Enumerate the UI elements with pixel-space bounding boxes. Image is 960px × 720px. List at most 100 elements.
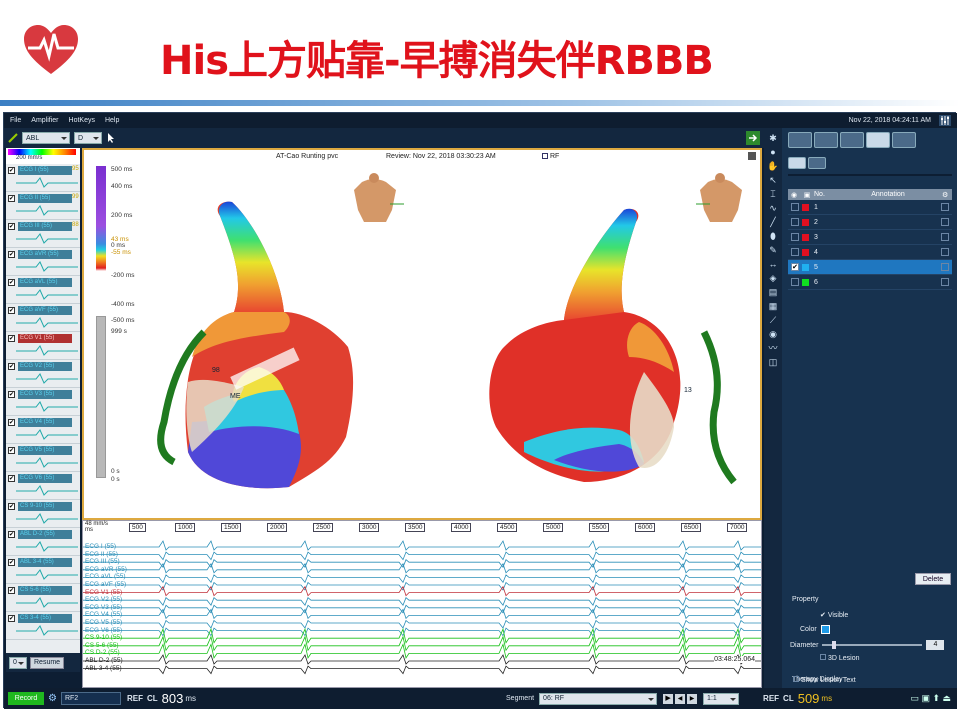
zoom-select[interactable]: 1:1 <box>703 692 740 705</box>
tab-shell[interactable] <box>814 132 838 148</box>
settings-gear-icon[interactable]: ⚙ <box>48 693 57 704</box>
heart-maps-svg[interactable]: 98 ME 13 <box>84 162 760 518</box>
channel-checkbox[interactable]: ✔ <box>8 447 15 454</box>
annotation-row[interactable]: 3 <box>788 230 952 245</box>
torso-orientation-left-icon[interactable] <box>354 173 404 222</box>
tab-lesions[interactable] <box>866 132 890 148</box>
annotation-row[interactable]: 2 <box>788 215 952 230</box>
channel-checkbox[interactable]: ✔ <box>8 167 15 174</box>
visible-checkbox[interactable]: ✔ <box>820 612 826 619</box>
wave-tool-icon[interactable]: 〰 <box>767 342 779 354</box>
channel-row[interactable]: ✔ ECG aVL (55) <box>6 276 80 304</box>
delete-button[interactable]: Delete <box>915 573 951 585</box>
annotation-row[interactable]: 6 <box>788 275 952 290</box>
annotation-select-checkbox[interactable] <box>941 278 949 286</box>
pointer-icon[interactable] <box>106 132 116 144</box>
channel-row[interactable]: ✔ ABL 3-4 (55) <box>6 556 80 584</box>
annotation-select-checkbox[interactable] <box>941 233 949 241</box>
channel-checkbox[interactable]: ✔ <box>8 307 15 314</box>
select-arrow-icon[interactable]: ↖ <box>767 174 779 186</box>
eye-col-icon[interactable]: ◉ <box>788 191 800 199</box>
line-tool-icon[interactable]: ∿ <box>767 202 779 214</box>
diameter-value[interactable]: 4 <box>926 640 945 650</box>
play-icon[interactable]: ▶ <box>663 693 674 704</box>
channel-row[interactable]: ✔ CS 3-4 (55) <box>6 612 80 640</box>
channel-checkbox[interactable]: ✔ <box>8 475 15 482</box>
menu-file[interactable]: File <box>10 117 21 124</box>
diameter-slider-thumb[interactable] <box>832 641 837 649</box>
channel-row[interactable]: ✔ CS 5-6 (55) <box>6 584 80 612</box>
step-forward-icon[interactable]: ▶ <box>687 693 698 704</box>
annotation-visible-checkbox[interactable] <box>791 278 799 286</box>
col-settings-icon[interactable]: ⚙ <box>942 191 952 199</box>
annotation-visible-checkbox[interactable] <box>791 248 799 256</box>
channel-row[interactable]: ✔ ECG V5 (55) <box>6 444 80 472</box>
pan-hand-icon[interactable]: ✋ <box>767 160 779 172</box>
electrode-select[interactable]: D <box>74 132 102 144</box>
3d-map-view[interactable]: AT-Cao Runting pvc Review: Nov 22, 2018 … <box>82 148 762 520</box>
annotation-color-swatch[interactable] <box>802 278 809 286</box>
camera-tool-icon[interactable]: ◫ <box>767 356 779 368</box>
menu-hotkeys[interactable]: HotKeys <box>69 117 95 124</box>
channel-row[interactable]: ✔ ECG V6 (55) <box>6 472 80 500</box>
light-tool-icon[interactable]: ● <box>767 146 779 158</box>
channel-row[interactable]: ✔ ECG I (55) 95 <box>6 164 80 192</box>
rotate-tool-icon[interactable]: ✱ <box>767 132 779 144</box>
step-back-icon[interactable]: ◀ <box>675 693 686 704</box>
channel-row[interactable]: ✔ ECG III (55) 88 <box>6 220 80 248</box>
channel-row[interactable]: ✔ ABL D-2 (55) <box>6 528 80 556</box>
channel-checkbox[interactable]: ✔ <box>8 279 15 286</box>
export-green-icon[interactable] <box>746 131 760 145</box>
annotation-select-checkbox[interactable] <box>941 218 949 226</box>
record-button[interactable]: Record <box>8 692 44 705</box>
annotation-select-checkbox[interactable] <box>941 263 949 271</box>
diameter-slider[interactable] <box>822 641 923 649</box>
channel-row[interactable]: ✔ ECG V4 (55) <box>6 416 80 444</box>
annotation-visible-checkbox[interactable] <box>791 218 799 226</box>
channel-checkbox[interactable]: ✔ <box>8 615 15 622</box>
heart-map-right[interactable] <box>489 208 737 485</box>
catheter-tool-icon[interactable]: ⟋ <box>767 314 779 326</box>
annotation-select-checkbox[interactable] <box>941 203 949 211</box>
color-swatch[interactable] <box>820 625 830 634</box>
annotation-row[interactable]: 1 <box>788 200 952 215</box>
menu-help[interactable]: Help <box>105 117 119 124</box>
channel-checkbox[interactable]: ✔ <box>8 223 15 230</box>
channel-row[interactable]: ✔ ECG II (55) 99 <box>6 192 80 220</box>
channel-row[interactable]: ✔ CS 9-10 (55) <box>6 500 80 528</box>
channel-checkbox[interactable]: ✔ <box>8 531 15 538</box>
status-icons[interactable]: ▭ ▣ ⬆ ⏏ <box>910 693 951 704</box>
annotation-visible-checkbox[interactable]: ✔ <box>791 263 799 271</box>
channel-row[interactable]: ✔ ECG V1 (55) <box>6 332 80 360</box>
eye-visibility-icon[interactable]: ◉ <box>767 328 779 340</box>
lesion3d-checkbox[interactable] <box>820 654 826 660</box>
subtab-list[interactable] <box>788 157 806 169</box>
tag-tool-icon[interactable]: ◈ <box>767 272 779 284</box>
subtab-view[interactable] <box>808 157 826 169</box>
channel-checkbox[interactable]: ✔ <box>8 195 15 202</box>
resume-button[interactable]: Resume <box>30 656 65 669</box>
tab-book[interactable] <box>892 132 916 148</box>
settings-sliders-icon[interactable] <box>939 115 951 126</box>
channel-checkbox[interactable]: ✔ <box>8 503 15 510</box>
cut-plane-icon[interactable]: ▦ <box>767 300 779 312</box>
channel-checkbox[interactable]: ✔ <box>8 559 15 566</box>
channel-group-select[interactable]: 0 <box>9 656 27 669</box>
ref-channel-field[interactable]: RF2 <box>60 692 121 705</box>
ecg-waveform-panel[interactable]: 48 mm/s ms 500 1000 1500 2000 2500 3000 3500 40… <box>82 520 762 688</box>
annotation-color-swatch[interactable] <box>802 248 809 256</box>
channel-checkbox[interactable]: ✔ <box>8 363 15 370</box>
catheter-icon[interactable] <box>8 133 18 143</box>
channel-checkbox[interactable]: ✔ <box>8 419 15 426</box>
map-close-icon[interactable] <box>748 152 756 160</box>
menu-amplifier[interactable]: Amplifier <box>31 117 58 124</box>
tab-maps[interactable] <box>788 132 812 148</box>
torso-orientation-right-icon[interactable] <box>696 173 742 222</box>
annotation-color-swatch[interactable] <box>802 233 809 241</box>
ellipse-tool-icon[interactable]: ⬮ <box>767 230 779 242</box>
heart-map-left[interactable] <box>157 201 354 489</box>
distance-icon[interactable]: ↔ <box>767 258 779 270</box>
annotation-select-checkbox[interactable] <box>941 248 949 256</box>
annotation-visible-checkbox[interactable] <box>791 233 799 241</box>
measure-ruler-icon[interactable]: ╱ <box>767 216 779 228</box>
